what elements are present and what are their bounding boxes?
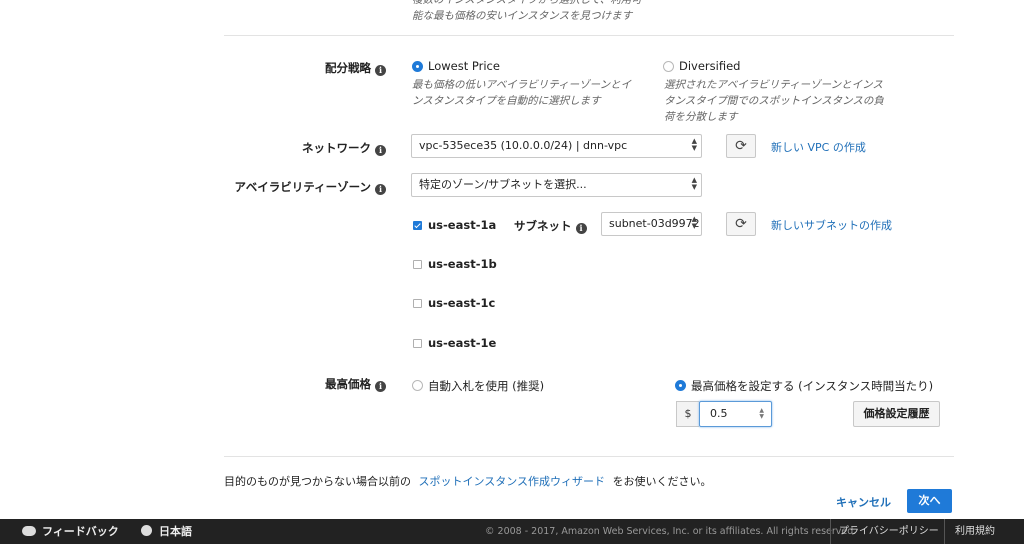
availability-zone-label: アベイラビリティーゾーン i: [234, 179, 386, 195]
zone-checkbox-us-east-1e[interactable]: [413, 339, 422, 348]
desc-line: 荷を分散します: [664, 111, 738, 123]
availability-zone-placeholder: 特定のゾーン/サブネットを選択...: [419, 178, 587, 191]
wizard-hint: 目的のものが見つからない場合以前の スポットインスタンス作成ウィザード をお使い…: [224, 473, 712, 489]
diversified-desc: 選択されたアベイラビリティーゾーンとインス タンスタイプ間でのスポットインスタン…: [664, 77, 884, 125]
zone-label-us-east-1b[interactable]: us-east-1b: [428, 257, 497, 271]
info-icon[interactable]: i: [575, 223, 587, 234]
max-price-label-text: 最高価格: [325, 377, 371, 391]
create-vpc-link[interactable]: 新しい VPC の作成: [771, 139, 866, 155]
footer-divider: [944, 519, 945, 544]
footer-divider: [830, 519, 831, 544]
terms-link[interactable]: 利用規約: [955, 519, 995, 544]
cancel-button[interactable]: キャンセル: [836, 494, 891, 510]
copyright-text: © 2008 - 2017, Amazon Web Services, Inc.…: [485, 526, 857, 537]
next-button[interactable]: 次へ: [907, 489, 952, 513]
desc-line: タンスタイプ間でのスポットインスタンスの負: [664, 95, 884, 107]
desc-line: ンスタンスタイプを自動的に選択します: [412, 95, 601, 107]
max-price-value: 0.5: [710, 407, 728, 420]
set-max-price-label[interactable]: 最高価格を設定する (インスタンス時間当たり): [691, 378, 933, 394]
create-subnet-link[interactable]: 新しいサブネットの作成: [771, 217, 892, 233]
network-label-text: ネットワーク: [302, 141, 371, 155]
subnet-select-value: subnet-03d9972: [609, 217, 700, 230]
network-label: ネットワーク i: [302, 140, 386, 156]
wizard-link[interactable]: スポットインスタンス作成ウィザード: [419, 475, 606, 488]
refresh-subnet-button[interactable]: ⟳: [726, 212, 756, 236]
language-label: 日本語: [159, 525, 192, 538]
allocation-strategy-label-text: 配分戦略: [325, 61, 371, 75]
select-arrows-icon: ▲ ▼: [691, 137, 697, 152]
zone-checkbox-us-east-1c[interactable]: [413, 299, 422, 308]
desc-line: 選択されたアベイラビリティーゾーンとインス: [664, 79, 883, 91]
info-icon[interactable]: i: [375, 381, 386, 392]
diversified-instance-desc: 複数のインスタンスタイプから選択して、利用可 能な最も価格の安いインスタンスを見…: [412, 0, 642, 24]
zone-checkbox-us-east-1b[interactable]: [413, 260, 422, 269]
auto-bid-label[interactable]: 自動入札を使用 (推奨): [428, 378, 544, 394]
divider: [224, 456, 954, 457]
diversified-radio[interactable]: [663, 61, 674, 72]
refresh-icon: ⟳: [735, 138, 747, 154]
set-max-price-radio[interactable]: [675, 380, 686, 391]
select-arrows-icon: ▲ ▼: [691, 215, 697, 230]
wizard-hint-prefix: 目的のものが見つからない場合以前の: [224, 475, 411, 488]
info-icon[interactable]: i: [375, 65, 386, 76]
subnet-label: サブネット i: [514, 218, 587, 234]
stepper-icon[interactable]: ▲ ▼: [759, 408, 764, 420]
left-gutter: [0, 0, 206, 519]
subnet-label-text: サブネット: [514, 219, 572, 233]
zone-label-us-east-1a[interactable]: us-east-1a: [428, 218, 496, 232]
lowest-price-radio[interactable]: [412, 61, 423, 72]
info-icon[interactable]: i: [375, 145, 386, 156]
zone-label-us-east-1e[interactable]: us-east-1e: [428, 336, 496, 350]
footer-bar: フィードバック 日本語 © 2008 - 2017, Amazon Web Se…: [0, 519, 1024, 544]
price-history-button[interactable]: 価格設定履歴: [853, 401, 940, 427]
lowest-price-label[interactable]: Lowest Price: [428, 59, 500, 73]
zone-checkbox-us-east-1a[interactable]: [413, 221, 422, 230]
language-selector[interactable]: 日本語: [141, 519, 192, 544]
feedback-button[interactable]: フィードバック: [22, 519, 119, 544]
auto-bid-radio[interactable]: [412, 380, 423, 391]
desc-line: 能な最も価格の安いインスタンスを見つけます: [412, 10, 633, 22]
network-select-value: vpc-535ece35 (10.0.0.0/24) | dnn-vpc: [419, 139, 628, 152]
feedback-label: フィードバック: [42, 525, 119, 538]
speech-bubble-icon: [22, 526, 36, 536]
refresh-icon: ⟳: [735, 216, 747, 232]
availability-zone-label-text: アベイラビリティーゾーン: [234, 180, 371, 194]
spot-request-form: 複数のインスタンスタイプから選択して、利用可 能な最も価格の安いインスタンスを見…: [224, 0, 954, 519]
currency-addon: $: [676, 401, 699, 427]
desc-line: 最も価格の低いアベイラビリティーゾーンとイ: [412, 79, 632, 91]
zone-label-us-east-1c[interactable]: us-east-1c: [428, 296, 495, 310]
privacy-link[interactable]: プライバシーポリシー: [839, 519, 939, 544]
globe-icon: [141, 525, 152, 536]
network-select[interactable]: vpc-535ece35 (10.0.0.0/24) | dnn-vpc ▲ ▼: [411, 134, 702, 158]
diversified-label[interactable]: Diversified: [679, 59, 740, 73]
max-price-label: 最高価格 i: [325, 376, 386, 392]
lowest-price-desc: 最も価格の低いアベイラビリティーゾーンとイ ンスタンスタイプを自動的に選択します: [412, 77, 631, 109]
subnet-select[interactable]: subnet-03d9972 ▲ ▼: [601, 212, 702, 236]
info-icon[interactable]: i: [375, 184, 386, 195]
select-arrows-icon: ▲ ▼: [691, 176, 697, 191]
max-price-input[interactable]: 0.5 ▲ ▼: [699, 401, 772, 427]
availability-zone-select[interactable]: 特定のゾーン/サブネットを選択... ▲ ▼: [411, 173, 702, 197]
divider: [224, 35, 954, 36]
wizard-hint-suffix: をお使いください。: [612, 475, 712, 488]
main-content: 複数のインスタンスタイプから選択して、利用可 能な最も価格の安いインスタンスを見…: [206, 0, 1024, 519]
allocation-strategy-label: 配分戦略 i: [325, 60, 386, 76]
desc-line: 複数のインスタンスタイプから選択して、利用可: [412, 0, 642, 6]
refresh-network-button[interactable]: ⟳: [726, 134, 756, 158]
